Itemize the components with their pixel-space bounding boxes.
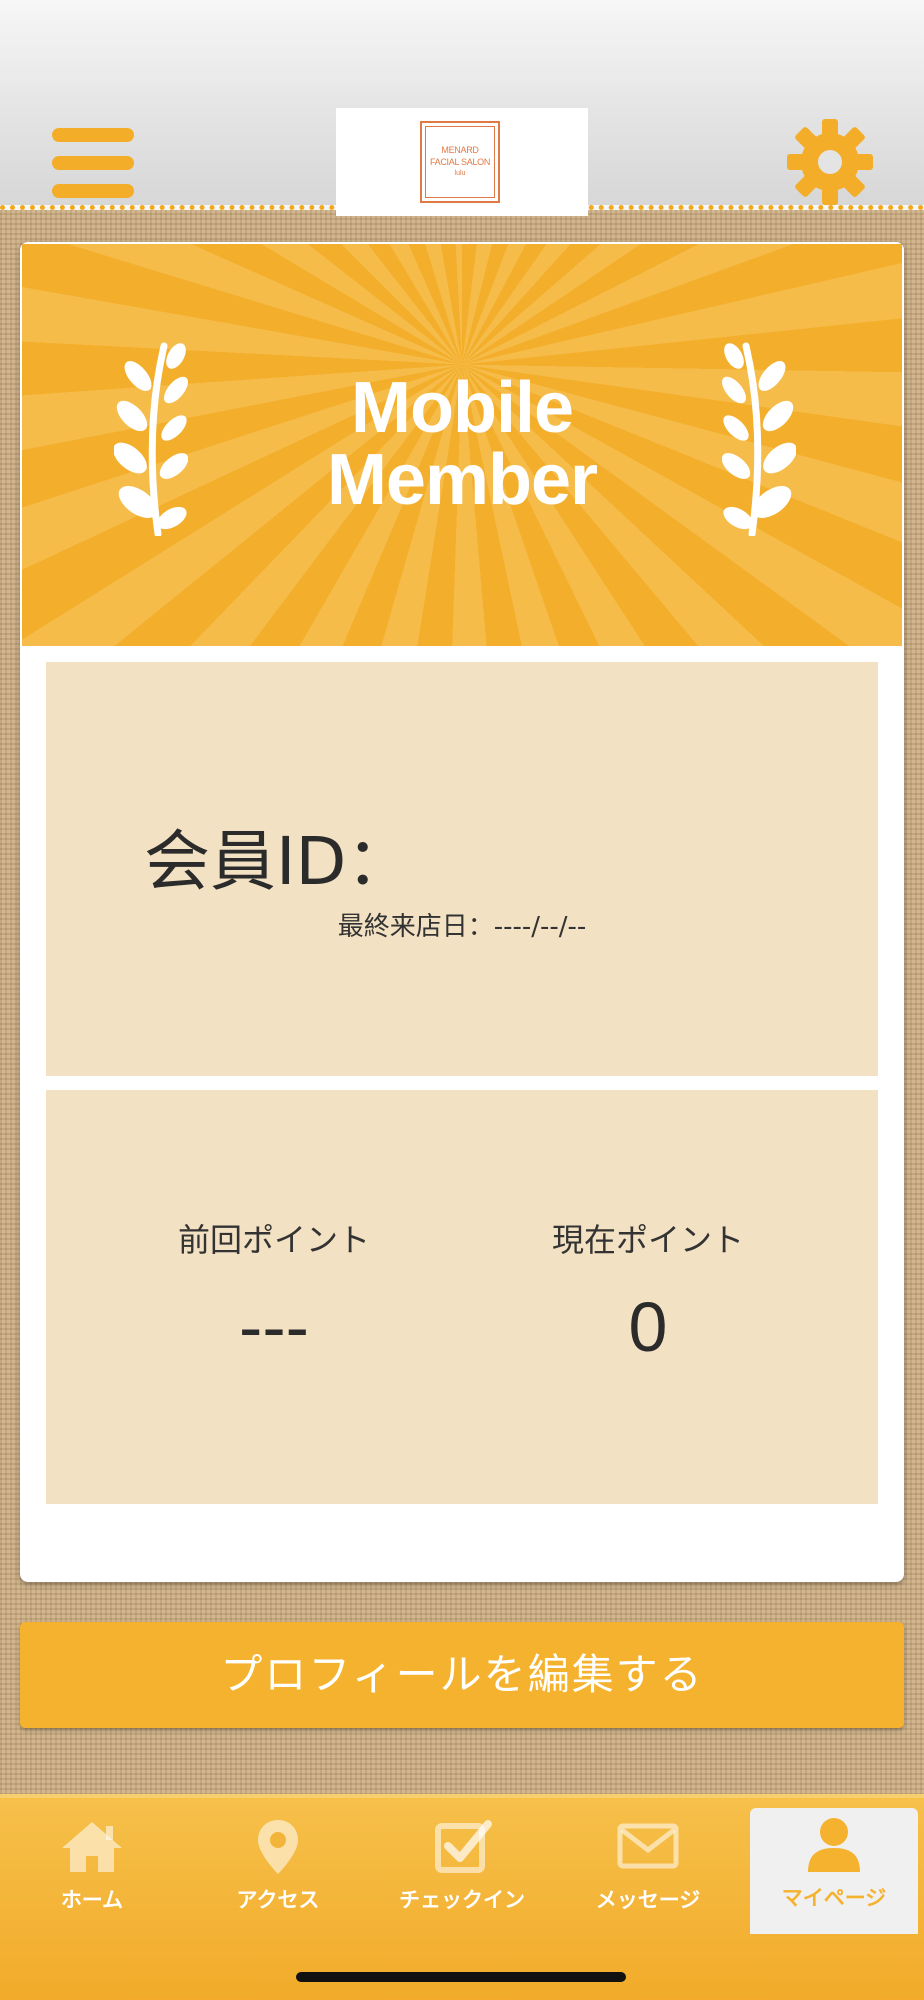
current-points: 現在ポイント 0 xyxy=(498,1220,798,1372)
checkbox-icon xyxy=(435,1820,492,1873)
current-points-label: 現在ポイント xyxy=(551,1221,744,1259)
edit-profile-button[interactable]: プロフィールを編集する xyxy=(20,1622,904,1728)
laurel-right-icon xyxy=(722,342,796,536)
map-pin-icon xyxy=(258,1820,298,1874)
user-icon xyxy=(808,1818,860,1872)
last-visit-date: 最終来店日：----/--/-- xyxy=(337,912,587,942)
mobile-member-banner: Mobile Member xyxy=(22,244,902,646)
home-icon xyxy=(62,1822,122,1872)
tab-access-label: アクセス xyxy=(236,1888,320,1912)
tab-checkin[interactable]: チェックイン xyxy=(378,1810,546,1930)
tab-message[interactable]: メッセージ xyxy=(564,1810,732,1930)
tab-message-label: メッセージ xyxy=(595,1888,701,1912)
tab-home[interactable]: ホーム xyxy=(8,1810,176,1930)
home-indicator xyxy=(296,1972,626,1982)
hamburger-menu-icon[interactable] xyxy=(52,128,134,198)
tab-mypage-label: マイページ xyxy=(781,1886,887,1910)
app-header: MENARD FACIAL SALON lulu xyxy=(0,0,924,216)
logo-line-3: lulu xyxy=(454,170,466,177)
previous-points-label: 前回ポイント xyxy=(177,1221,370,1259)
previous-points-value: --- xyxy=(239,1288,309,1366)
member-id-panel: 会員ID： 最終来店日：----/--/-- xyxy=(46,662,878,1076)
tab-home-label: ホーム xyxy=(60,1888,124,1912)
logo-frame: MENARD FACIAL SALON lulu xyxy=(420,121,500,203)
tab-mypage[interactable]: マイページ xyxy=(750,1808,918,1934)
member-id-label: 会員ID： xyxy=(144,823,413,900)
member-card: Mobile Member 会員ID： 最終来店日：----/--/-- 前回ポ… xyxy=(20,242,904,1582)
previous-points: 前回ポイント --- xyxy=(124,1220,424,1372)
points-panel: 前回ポイント --- 現在ポイント 0 xyxy=(46,1090,878,1504)
tab-access[interactable]: アクセス xyxy=(194,1810,362,1930)
gear-icon[interactable] xyxy=(786,118,874,206)
logo-line-2: FACIAL SALON xyxy=(429,157,491,167)
envelope-icon xyxy=(617,1823,679,1869)
current-points-value: 0 xyxy=(628,1288,668,1366)
tab-checkin-label: チェックイン xyxy=(399,1888,525,1912)
bottom-tab-bar: ホーム アクセス チェックイン メッセージ マイページ xyxy=(0,1794,924,2000)
logo-line-1: MENARD xyxy=(441,145,479,155)
salon-logo[interactable]: MENARD FACIAL SALON lulu xyxy=(336,108,588,216)
